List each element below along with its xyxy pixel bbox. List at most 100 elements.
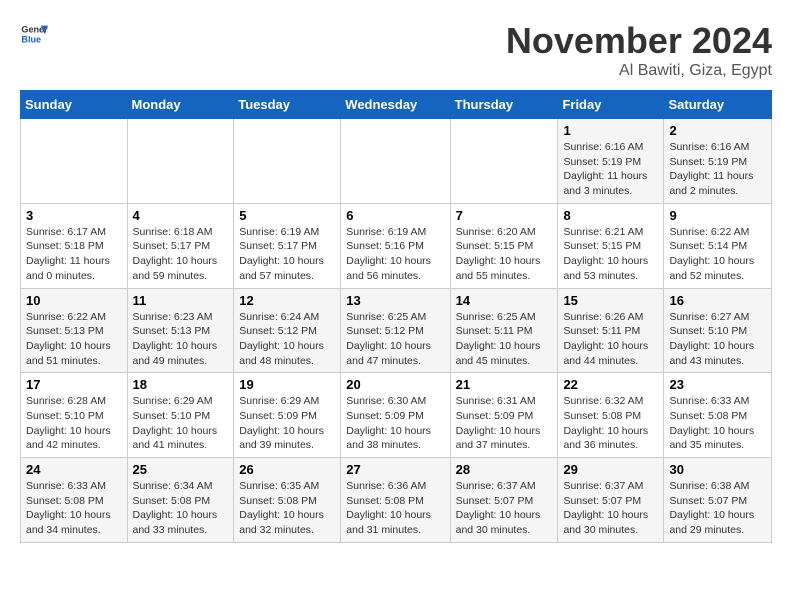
day-number: 27 bbox=[346, 462, 444, 477]
day-info: Sunrise: 6:19 AM Sunset: 5:17 PM Dayligh… bbox=[239, 225, 335, 284]
day-number: 10 bbox=[26, 293, 122, 308]
day-info: Sunrise: 6:18 AM Sunset: 5:17 PM Dayligh… bbox=[133, 225, 229, 284]
day-info: Sunrise: 6:29 AM Sunset: 5:09 PM Dayligh… bbox=[239, 394, 335, 453]
calendar-cell: 1Sunrise: 6:16 AM Sunset: 5:19 PM Daylig… bbox=[558, 119, 664, 204]
day-number: 18 bbox=[133, 377, 229, 392]
day-number: 3 bbox=[26, 208, 122, 223]
day-number: 7 bbox=[456, 208, 553, 223]
calendar-cell: 26 Sunrise: 6:35 AM Sunset: 5:08 PM Dayli… bbox=[234, 458, 341, 543]
day-info: Sunrise: 6:29 AM Sunset: 5:10 PM Dayligh… bbox=[133, 394, 229, 453]
calendar-week-row: 24 Sunrise: 6:33 AM Sunset: 5:08 PM Dayli… bbox=[21, 458, 772, 543]
day-info: Sunrise: 6:38 AM Sunset: 5:07 PM Dayligh… bbox=[669, 479, 766, 538]
calendar-cell: 13 Sunrise: 6:25 AM Sunset: 5:12 PM Dayli… bbox=[341, 288, 450, 373]
day-info: Sunrise: 6:28 AM Sunset: 5:10 PM Dayligh… bbox=[26, 394, 122, 453]
calendar-cell bbox=[450, 119, 558, 204]
calendar-week-row: 17 Sunrise: 6:28 AM Sunset: 5:10 PM Dayli… bbox=[21, 373, 772, 458]
calendar-cell: 29 Sunrise: 6:37 AM Sunset: 5:07 PM Dayli… bbox=[558, 458, 664, 543]
day-number: 12 bbox=[239, 293, 335, 308]
title-section: November 2024 Al Bawiti, Giza, Egypt bbox=[506, 20, 772, 80]
day-number: 5 bbox=[239, 208, 335, 223]
day-info: Sunrise: 6:30 AM Sunset: 5:09 PM Dayligh… bbox=[346, 394, 444, 453]
calendar-cell: 27 Sunrise: 6:36 AM Sunset: 5:08 PM Dayli… bbox=[341, 458, 450, 543]
day-info: Sunrise: 6:35 AM Sunset: 5:08 PM Dayligh… bbox=[239, 479, 335, 538]
calendar-cell: 7Sunrise: 6:20 AM Sunset: 5:15 PM Daylig… bbox=[450, 203, 558, 288]
day-number: 8 bbox=[563, 208, 658, 223]
day-info: Sunrise: 6:25 AM Sunset: 5:12 PM Dayligh… bbox=[346, 310, 444, 369]
day-number: 24 bbox=[26, 462, 122, 477]
calendar-cell: 3 Sunrise: 6:17 AM Sunset: 5:18 PM Daylig… bbox=[21, 203, 128, 288]
day-info: Sunrise: 6:26 AM Sunset: 5:11 PM Dayligh… bbox=[563, 310, 658, 369]
location: Al Bawiti, Giza, Egypt bbox=[506, 62, 772, 80]
day-number: 21 bbox=[456, 377, 553, 392]
day-info: Sunrise: 6:37 AM Sunset: 5:07 PM Dayligh… bbox=[456, 479, 553, 538]
calendar-cell: 19Sunrise: 6:29 AM Sunset: 5:09 PM Dayli… bbox=[234, 373, 341, 458]
calendar-cell: 11 Sunrise: 6:23 AM Sunset: 5:13 PM Dayli… bbox=[127, 288, 234, 373]
calendar-cell: 23Sunrise: 6:33 AM Sunset: 5:08 PM Dayli… bbox=[664, 373, 772, 458]
calendar-cell: 21Sunrise: 6:31 AM Sunset: 5:09 PM Dayli… bbox=[450, 373, 558, 458]
day-info: Sunrise: 6:32 AM Sunset: 5:08 PM Dayligh… bbox=[563, 394, 658, 453]
weekday-header: Tuesday bbox=[234, 91, 341, 119]
calendar-cell bbox=[234, 119, 341, 204]
day-info: Sunrise: 6:24 AM Sunset: 5:12 PM Dayligh… bbox=[239, 310, 335, 369]
calendar-cell: 22 Sunrise: 6:32 AM Sunset: 5:08 PM Dayli… bbox=[558, 373, 664, 458]
logo: General Blue bbox=[20, 20, 48, 48]
calendar-cell: 6Sunrise: 6:19 AM Sunset: 5:16 PM Daylig… bbox=[341, 203, 450, 288]
day-info: Sunrise: 6:36 AM Sunset: 5:08 PM Dayligh… bbox=[346, 479, 444, 538]
calendar-table: SundayMondayTuesdayWednesdayThursdayFrid… bbox=[20, 90, 772, 543]
weekday-header: Monday bbox=[127, 91, 234, 119]
day-info: Sunrise: 6:34 AM Sunset: 5:08 PM Dayligh… bbox=[133, 479, 229, 538]
weekday-header: Friday bbox=[558, 91, 664, 119]
day-number: 16 bbox=[669, 293, 766, 308]
calendar-cell: 9Sunrise: 6:22 AM Sunset: 5:14 PM Daylig… bbox=[664, 203, 772, 288]
day-number: 25 bbox=[133, 462, 229, 477]
logo-icon: General Blue bbox=[20, 20, 48, 48]
calendar-cell: 18 Sunrise: 6:29 AM Sunset: 5:10 PM Dayli… bbox=[127, 373, 234, 458]
day-number: 11 bbox=[133, 293, 229, 308]
calendar-cell bbox=[341, 119, 450, 204]
weekday-header-row: SundayMondayTuesdayWednesdayThursdayFrid… bbox=[21, 91, 772, 119]
calendar-cell bbox=[21, 119, 128, 204]
calendar-cell: 5 Sunrise: 6:19 AM Sunset: 5:17 PM Daylig… bbox=[234, 203, 341, 288]
weekday-header: Wednesday bbox=[341, 91, 450, 119]
svg-text:Blue: Blue bbox=[21, 34, 41, 44]
day-info: Sunrise: 6:22 AM Sunset: 5:13 PM Dayligh… bbox=[26, 310, 122, 369]
calendar-cell: 14Sunrise: 6:25 AM Sunset: 5:11 PM Dayli… bbox=[450, 288, 558, 373]
day-number: 22 bbox=[563, 377, 658, 392]
calendar-cell: 30 Sunrise: 6:38 AM Sunset: 5:07 PM Dayli… bbox=[664, 458, 772, 543]
calendar-cell: 25 Sunrise: 6:34 AM Sunset: 5:08 PM Dayli… bbox=[127, 458, 234, 543]
day-number: 17 bbox=[26, 377, 122, 392]
day-number: 23 bbox=[669, 377, 766, 392]
weekday-header: Thursday bbox=[450, 91, 558, 119]
day-info: Sunrise: 6:17 AM Sunset: 5:18 PM Dayligh… bbox=[26, 225, 122, 284]
page-header: General Blue November 2024 Al Bawiti, Gi… bbox=[20, 20, 772, 80]
day-info: Sunrise: 6:23 AM Sunset: 5:13 PM Dayligh… bbox=[133, 310, 229, 369]
day-number: 15 bbox=[563, 293, 658, 308]
weekday-header: Sunday bbox=[21, 91, 128, 119]
calendar-cell: 8 Sunrise: 6:21 AM Sunset: 5:15 PM Daylig… bbox=[558, 203, 664, 288]
calendar-cell: 16Sunrise: 6:27 AM Sunset: 5:10 PM Dayli… bbox=[664, 288, 772, 373]
calendar-week-row: 10 Sunrise: 6:22 AM Sunset: 5:13 PM Dayli… bbox=[21, 288, 772, 373]
day-info: Sunrise: 6:37 AM Sunset: 5:07 PM Dayligh… bbox=[563, 479, 658, 538]
day-info: Sunrise: 6:16 AM Sunset: 5:19 PM Dayligh… bbox=[563, 140, 658, 199]
calendar-cell: 24 Sunrise: 6:33 AM Sunset: 5:08 PM Dayli… bbox=[21, 458, 128, 543]
day-number: 20 bbox=[346, 377, 444, 392]
day-number: 4 bbox=[133, 208, 229, 223]
calendar-cell: 20 Sunrise: 6:30 AM Sunset: 5:09 PM Dayli… bbox=[341, 373, 450, 458]
calendar-cell: 2Sunrise: 6:16 AM Sunset: 5:19 PM Daylig… bbox=[664, 119, 772, 204]
day-info: Sunrise: 6:19 AM Sunset: 5:16 PM Dayligh… bbox=[346, 225, 444, 284]
day-number: 28 bbox=[456, 462, 553, 477]
day-number: 26 bbox=[239, 462, 335, 477]
month-title: November 2024 bbox=[506, 20, 772, 62]
calendar-cell: 28 Sunrise: 6:37 AM Sunset: 5:07 PM Dayli… bbox=[450, 458, 558, 543]
day-info: Sunrise: 6:21 AM Sunset: 5:15 PM Dayligh… bbox=[563, 225, 658, 284]
day-info: Sunrise: 6:16 AM Sunset: 5:19 PM Dayligh… bbox=[669, 140, 766, 199]
day-number: 13 bbox=[346, 293, 444, 308]
day-number: 29 bbox=[563, 462, 658, 477]
calendar-cell: 4 Sunrise: 6:18 AM Sunset: 5:17 PM Daylig… bbox=[127, 203, 234, 288]
calendar-cell: 10 Sunrise: 6:22 AM Sunset: 5:13 PM Dayli… bbox=[21, 288, 128, 373]
day-number: 30 bbox=[669, 462, 766, 477]
calendar-cell: 17 Sunrise: 6:28 AM Sunset: 5:10 PM Dayli… bbox=[21, 373, 128, 458]
day-info: Sunrise: 6:25 AM Sunset: 5:11 PM Dayligh… bbox=[456, 310, 553, 369]
day-info: Sunrise: 6:33 AM Sunset: 5:08 PM Dayligh… bbox=[26, 479, 122, 538]
day-info: Sunrise: 6:22 AM Sunset: 5:14 PM Dayligh… bbox=[669, 225, 766, 284]
